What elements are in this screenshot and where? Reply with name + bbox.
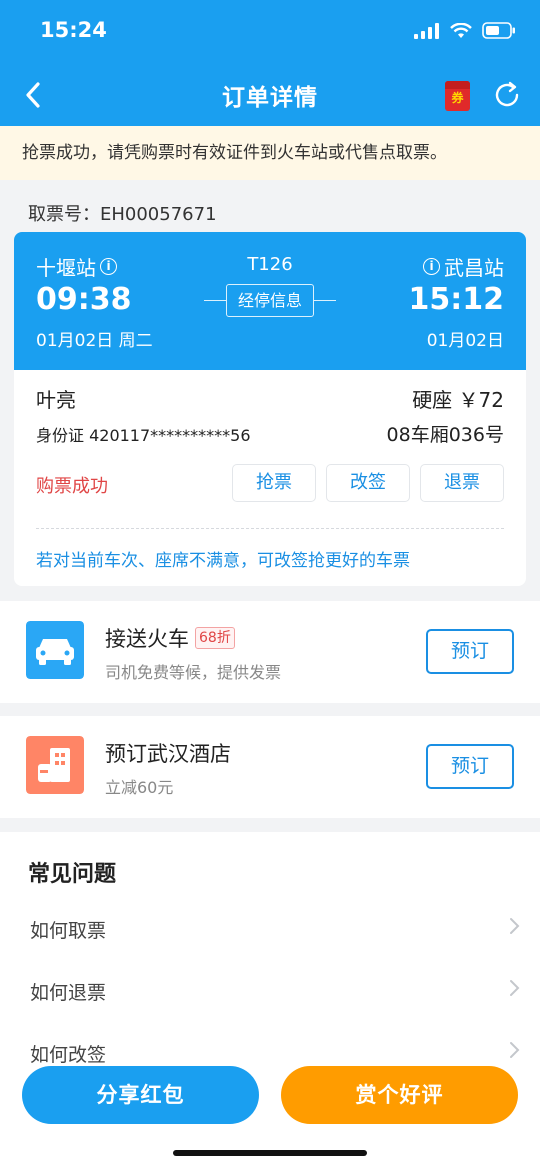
chevron-right-icon bbox=[510, 918, 520, 934]
arrive-date: 01月02日 bbox=[426, 331, 504, 351]
service-subtitle: 立减60元 bbox=[105, 778, 174, 797]
share-red-packet-button[interactable]: 分享红包 bbox=[22, 1066, 259, 1124]
to-station-name: 武昌站 bbox=[444, 256, 504, 280]
depart-time: 09:38 bbox=[36, 282, 132, 317]
battery-icon bbox=[482, 22, 515, 39]
trip-header: 十堰站 i T126 i 武昌站 09:38 经停信息 15:12 01月02日… bbox=[14, 232, 526, 370]
purchase-status: 购票成功 bbox=[36, 476, 108, 497]
chevron-right-icon bbox=[510, 980, 520, 996]
change-ticket-button[interactable]: 改签 bbox=[326, 464, 410, 502]
home-indicator[interactable] bbox=[173, 1150, 367, 1156]
status-time: 15:24 bbox=[40, 18, 107, 42]
book-pickup-button[interactable]: 预订 bbox=[426, 629, 514, 674]
service-title-text: 接送火车 bbox=[105, 627, 189, 651]
stop-info-button[interactable]: 经停信息 bbox=[226, 284, 314, 317]
refresh-icon[interactable] bbox=[492, 80, 522, 110]
wifi-icon bbox=[450, 22, 472, 38]
divider-line bbox=[204, 300, 226, 301]
faq-title: 常见问题 bbox=[28, 862, 117, 887]
status-bar: 15:24 bbox=[0, 0, 540, 66]
coupon-label: 券 bbox=[451, 91, 464, 105]
ticket-card: 十堰站 i T126 i 武昌站 09:38 经停信息 15:12 01月02日… bbox=[14, 232, 526, 586]
status-icons bbox=[414, 22, 516, 39]
service-title-text: 预订武汉酒店 bbox=[105, 742, 231, 766]
divider bbox=[36, 528, 504, 529]
service-title: 接送火车 68折 bbox=[105, 623, 235, 653]
id-card: 身份证 420117**********56 bbox=[36, 426, 251, 445]
divider-line bbox=[314, 300, 336, 301]
chevron-right-icon bbox=[510, 1042, 520, 1058]
service-item-pickup[interactable]: 接送火车 68折 司机免费等候，提供发票 预订 bbox=[0, 601, 540, 703]
faq-item[interactable]: 如何取票 bbox=[0, 898, 540, 958]
refund-ticket-button[interactable]: 退票 bbox=[420, 464, 504, 502]
to-station[interactable]: i 武昌站 bbox=[423, 252, 504, 281]
car-icon bbox=[26, 621, 84, 679]
depart-date: 01月02日 周二 bbox=[36, 331, 153, 351]
service-title: 预订武汉酒店 bbox=[105, 738, 231, 768]
give-review-button[interactable]: 赏个好评 bbox=[281, 1066, 518, 1124]
change-tip-link[interactable]: 若对当前车次、座席不满意，可改签抢更好的车票 bbox=[36, 546, 410, 571]
info-icon: i bbox=[423, 258, 440, 275]
book-hotel-button[interactable]: 预订 bbox=[426, 744, 514, 789]
faq-item-label: 如何退票 bbox=[30, 982, 107, 1004]
coupon-icon[interactable]: 券 bbox=[445, 81, 470, 111]
nav-bar: 订单详情 券 bbox=[0, 66, 540, 126]
service-subtitle: 司机免费等候，提供发票 bbox=[105, 663, 282, 682]
passenger-name: 叶亮 bbox=[36, 388, 76, 412]
notice-banner: 抢票成功，请凭购票时有效证件到火车站或代售点取票。 bbox=[0, 126, 540, 180]
faq-item[interactable]: 如何退票 bbox=[0, 960, 540, 1020]
discount-badge: 68折 bbox=[195, 627, 235, 649]
arrive-time: 15:12 bbox=[408, 282, 505, 317]
seat-number: 08车厢036号 bbox=[386, 424, 504, 446]
faq-item-label: 如何取票 bbox=[30, 920, 107, 942]
service-item-hotel[interactable]: 预订武汉酒店 立减60元 预订 bbox=[0, 716, 540, 818]
ticket-number: 取票号：EH00057671 bbox=[28, 204, 217, 225]
grab-ticket-button[interactable]: 抢票 bbox=[232, 464, 316, 502]
signal-icon bbox=[414, 22, 439, 39]
faq-item-label: 如何改签 bbox=[30, 1044, 107, 1066]
seat-price: 硬座 ￥72 bbox=[412, 388, 504, 412]
hotel-icon bbox=[26, 736, 84, 794]
